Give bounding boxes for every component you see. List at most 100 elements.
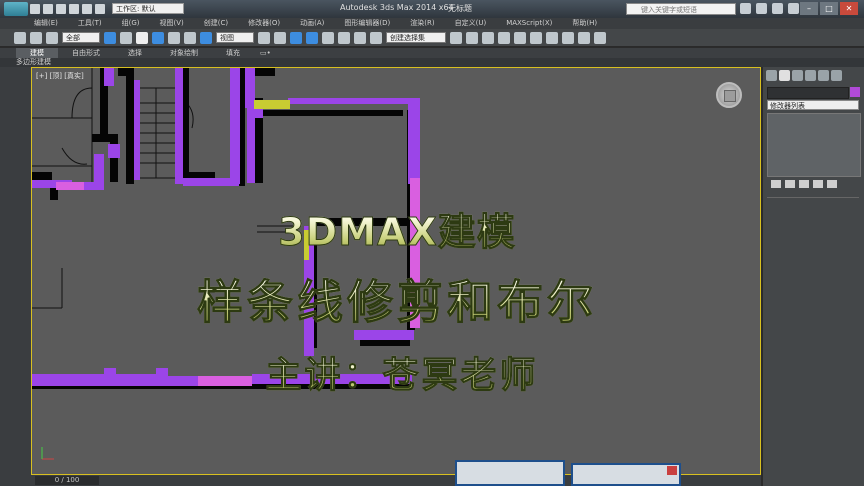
menu-graph-editors[interactable]: 图形编辑器(D) (334, 18, 400, 29)
utilities-tab-icon[interactable] (831, 70, 842, 81)
time-slider[interactable]: 0 / 100 (35, 476, 99, 485)
ribbon-options-icon[interactable]: ▭• (254, 48, 277, 58)
percent-snap-icon[interactable] (322, 31, 334, 44)
select-manipulate-icon[interactable] (274, 31, 286, 44)
modifier-list-select[interactable]: 修改器列表 (767, 100, 859, 110)
schematic-view-icon[interactable] (514, 31, 526, 44)
viewcube-face[interactable] (724, 90, 736, 102)
menu-bar: 编辑(E) 工具(T) 组(G) 视图(V) 创建(C) 修改器(O) 动画(A… (0, 18, 864, 29)
search-input[interactable]: 键入关键字或短语 (626, 3, 736, 15)
menu-create[interactable]: 创建(C) (194, 18, 238, 29)
bind-space-warp-icon[interactable] (46, 31, 58, 44)
named-selection-set-select[interactable]: 创建选择集 (386, 32, 446, 43)
menu-maxscript[interactable]: MAXScript(X) (496, 18, 562, 29)
minimize-button[interactable]: – (800, 2, 818, 15)
subscription-icon[interactable] (756, 3, 767, 14)
ribbon-panel: 多边形建模 (0, 58, 864, 67)
viewcube-icon[interactable] (716, 82, 742, 108)
stack-toolbar (771, 180, 837, 188)
tab-object-paint[interactable]: 对象绘制 (156, 48, 212, 58)
snaps-toggle-icon[interactable] (290, 31, 302, 44)
pivot-center-icon[interactable] (258, 31, 270, 44)
modify-tab-icon[interactable] (779, 70, 790, 81)
overlay-presenter: 主讲：苍冥老师 (102, 346, 702, 398)
rectangular-selection-icon[interactable] (136, 31, 148, 44)
graphite-toggle-icon[interactable] (482, 31, 494, 44)
command-panel: 修改器列表 (763, 67, 864, 486)
menu-tools[interactable]: 工具(T) (68, 18, 112, 29)
mirror-icon[interactable] (370, 31, 382, 44)
spinner-snap-icon[interactable] (338, 31, 350, 44)
menu-animation[interactable]: 动画(A) (290, 18, 334, 29)
menu-group[interactable]: 组(G) (112, 18, 150, 29)
align-icon[interactable] (450, 31, 462, 44)
render-production-icon[interactable] (578, 31, 590, 44)
create-tab-icon[interactable] (766, 70, 777, 81)
object-name-field[interactable] (767, 87, 849, 99)
undo-icon[interactable] (69, 4, 79, 14)
material-editor-icon[interactable] (530, 31, 542, 44)
window-title: Autodesk 3ds Max 2014 x64 (340, 3, 454, 12)
window-crossing-icon[interactable] (152, 31, 164, 44)
angle-snap-icon[interactable] (306, 31, 318, 44)
make-unique-icon[interactable] (799, 180, 809, 188)
remove-modifier-icon[interactable] (813, 180, 823, 188)
hierarchy-tab-icon[interactable] (792, 70, 803, 81)
project-folder-icon[interactable] (95, 4, 105, 14)
top-viewport[interactable]: [+] [顶] [真实] 3DMAX建模 样条线修剪和布尔 主讲：苍冥老师 (31, 67, 761, 475)
redo-icon[interactable] (82, 4, 92, 14)
unlink-icon[interactable] (30, 31, 42, 44)
taskbar-preview[interactable] (455, 460, 565, 486)
tab-freeform[interactable]: 自由形式 (58, 48, 114, 58)
selected-wall-segment[interactable] (254, 100, 290, 109)
tab-selection[interactable]: 选择 (114, 48, 156, 58)
communication-icon[interactable] (772, 3, 783, 14)
viewport-label[interactable]: [+] [顶] [真实] (36, 71, 84, 81)
menu-modifiers[interactable]: 修改器(O) (238, 18, 290, 29)
scale-icon[interactable] (200, 31, 212, 44)
menu-edit[interactable]: 编辑(E) (0, 18, 68, 29)
close-icon[interactable] (667, 466, 677, 475)
show-end-result-icon[interactable] (785, 180, 795, 188)
display-tab-icon[interactable] (818, 70, 829, 81)
overlay-title: 3DMAX建模 (32, 201, 760, 256)
link-icon[interactable] (14, 31, 26, 44)
star-icon[interactable] (788, 3, 799, 14)
menu-customize[interactable]: 自定义(U) (445, 18, 497, 29)
ribbon-sub-label[interactable]: 多边形建模 (16, 58, 51, 67)
close-button[interactable]: ✕ (840, 2, 858, 15)
select-by-name-icon[interactable] (120, 31, 132, 44)
selection-filter-select[interactable]: 全部 (62, 32, 100, 43)
menu-rendering[interactable]: 渲染(R) (400, 18, 444, 29)
render-setup-icon[interactable] (546, 31, 558, 44)
pin-stack-icon[interactable] (771, 180, 781, 188)
edit-named-selection-icon[interactable] (354, 31, 366, 44)
left-strip (0, 67, 31, 486)
modifier-stack[interactable] (767, 113, 861, 177)
reference-coordinate-select[interactable]: 视图 (216, 32, 254, 43)
binoculars-icon[interactable] (740, 3, 751, 14)
motion-tab-icon[interactable] (805, 70, 816, 81)
maximize-button[interactable]: □ (820, 2, 838, 15)
menu-help[interactable]: 帮助(H) (562, 18, 607, 29)
workspace-select[interactable]: 工作区: 默认 (112, 3, 184, 14)
object-color-swatch[interactable] (850, 87, 860, 97)
overlay-subtitle: 样条线修剪和布尔 (32, 266, 760, 332)
select-object-icon[interactable] (104, 31, 116, 44)
main-toolbar: 全部 视图 创建选择集 (0, 29, 864, 47)
taskbar-preview[interactable] (571, 463, 681, 486)
move-icon[interactable] (168, 31, 180, 44)
curve-editor-icon[interactable] (498, 31, 510, 44)
tab-populate[interactable]: 填充 (212, 48, 254, 58)
menu-views[interactable]: 视图(V) (150, 18, 194, 29)
render-teapot-icon[interactable] (594, 31, 606, 44)
new-file-icon[interactable] (30, 4, 40, 14)
layer-manager-icon[interactable] (466, 31, 478, 44)
tab-modeling[interactable]: 建模 (16, 48, 58, 58)
configure-modifier-sets-icon[interactable] (827, 180, 837, 188)
save-file-icon[interactable] (56, 4, 66, 14)
rendered-frame-window-icon[interactable] (562, 31, 574, 44)
app-logo-icon[interactable] (4, 2, 28, 16)
open-file-icon[interactable] (43, 4, 53, 14)
rotate-icon[interactable] (184, 31, 196, 44)
